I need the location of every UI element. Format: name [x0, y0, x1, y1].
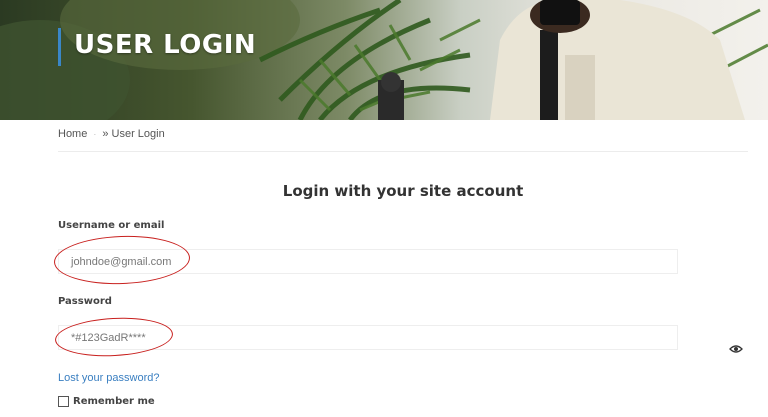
password-value: *#123GadR**** [71, 331, 146, 344]
breadcrumb-current: » User Login [102, 128, 165, 140]
login-heading: Login with your site account [282, 182, 524, 200]
username-value: johndoe@gmail.com [71, 255, 172, 268]
breadcrumb: Home · » User Login [58, 128, 165, 140]
password-label: Password [58, 296, 112, 307]
username-input[interactable]: johndoe@gmail.com [58, 249, 678, 274]
remember-me-checkbox[interactable] [58, 396, 69, 407]
eye-icon[interactable] [729, 344, 743, 354]
hero-title-accent [58, 28, 61, 66]
username-label: Username or email [58, 220, 165, 231]
page-title: USER LOGIN [74, 30, 257, 60]
password-input[interactable]: *#123GadR**** [58, 325, 678, 350]
breadcrumb-separator: · [93, 129, 97, 139]
hero-banner: USER LOGIN [0, 0, 768, 120]
remember-me[interactable]: Remember me [58, 396, 155, 407]
divider [58, 151, 748, 152]
remember-me-label: Remember me [73, 396, 155, 407]
hero-background-image [0, 0, 768, 120]
breadcrumb-home-link[interactable]: Home [58, 128, 87, 140]
lost-password-link[interactable]: Lost your password? [58, 372, 160, 384]
